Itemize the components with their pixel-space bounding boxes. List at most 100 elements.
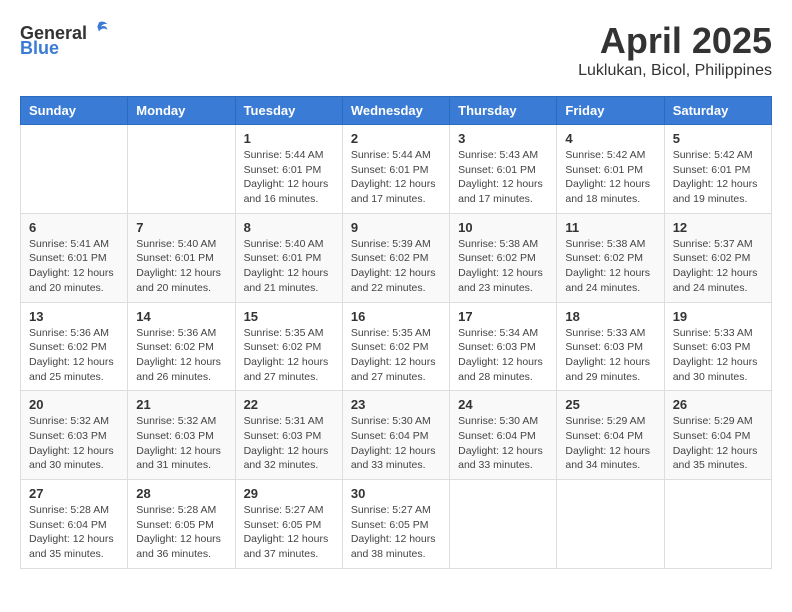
calendar-cell: 26 Sunrise: 5:29 AMSunset: 6:04 PMDayligh…: [664, 391, 771, 480]
calendar-header-saturday: Saturday: [664, 97, 771, 125]
day-number: 12: [673, 220, 763, 235]
cell-content: Sunrise: 5:27 AMSunset: 6:05 PMDaylight:…: [351, 503, 441, 562]
calendar-header-monday: Monday: [128, 97, 235, 125]
cell-content: Sunrise: 5:27 AMSunset: 6:05 PMDaylight:…: [244, 503, 334, 562]
calendar-cell: [21, 125, 128, 214]
cell-content: Sunrise: 5:31 AMSunset: 6:03 PMDaylight:…: [244, 414, 334, 473]
calendar-week-row: 27 Sunrise: 5:28 AMSunset: 6:04 PMDayligh…: [21, 480, 772, 569]
calendar-table: SundayMondayTuesdayWednesdayThursdayFrid…: [20, 96, 772, 569]
calendar-cell: 23Sunrise: 5:30 AMSunset: 6:04 PMDayligh…: [342, 391, 449, 480]
cell-content: Sunrise: 5:36 AMSunset: 6:02 PMDaylight:…: [29, 326, 119, 385]
cell-content: Sunrise: 5:40 AMSunset: 6:01 PMDaylight:…: [136, 237, 226, 296]
cell-content: Sunrise: 5:41 AMSunset: 6:01 PMDaylight:…: [29, 237, 119, 296]
calendar-header-tuesday: Tuesday: [235, 97, 342, 125]
title-area: April 2025 Luklukan, Bicol, Philippines: [578, 20, 772, 80]
page-title: April 2025: [578, 20, 772, 62]
day-number: 17: [458, 309, 548, 324]
calendar-header-wednesday: Wednesday: [342, 97, 449, 125]
calendar-cell: 19Sunrise: 5:33 AMSunset: 6:03 PMDayligh…: [664, 302, 771, 391]
calendar-cell: 13Sunrise: 5:36 AMSunset: 6:02 PMDayligh…: [21, 302, 128, 391]
day-number: 1: [244, 131, 334, 146]
day-number: 19: [673, 309, 763, 324]
cell-content: Sunrise: 5:38 AMSunset: 6:02 PMDaylight:…: [565, 237, 655, 296]
day-number: 18: [565, 309, 655, 324]
day-number: 4: [565, 131, 655, 146]
day-number: 28: [136, 486, 226, 501]
cell-content: Sunrise: 5:32 AMSunset: 6:03 PMDaylight:…: [29, 414, 119, 473]
cell-content: Sunrise: 5:37 AMSunset: 6:02 PMDaylight:…: [673, 237, 763, 296]
calendar-cell: 25Sunrise: 5:29 AMSunset: 6:04 PMDayligh…: [557, 391, 664, 480]
calendar-cell: 24Sunrise: 5:30 AMSunset: 6:04 PMDayligh…: [450, 391, 557, 480]
day-number: 29: [244, 486, 334, 501]
calendar-cell: [450, 480, 557, 569]
calendar-cell: 4 Sunrise: 5:42 AMSunset: 6:01 PMDaylight…: [557, 125, 664, 214]
day-number: 7: [136, 220, 226, 235]
day-number: 22: [244, 397, 334, 412]
cell-content: Sunrise: 5:32 AMSunset: 6:03 PMDaylight:…: [136, 414, 226, 473]
calendar-cell: [664, 480, 771, 569]
cell-content: Sunrise: 5:28 AMSunset: 6:05 PMDaylight:…: [136, 503, 226, 562]
calendar-header-friday: Friday: [557, 97, 664, 125]
calendar-cell: 21 Sunrise: 5:32 AMSunset: 6:03 PMDayligh…: [128, 391, 235, 480]
logo: General Blue: [20, 20, 109, 59]
calendar-cell: 10Sunrise: 5:38 AMSunset: 6:02 PMDayligh…: [450, 213, 557, 302]
calendar-cell: 3 Sunrise: 5:43 AMSunset: 6:01 PMDaylight…: [450, 125, 557, 214]
calendar-cell: 11 Sunrise: 5:38 AMSunset: 6:02 PMDayligh…: [557, 213, 664, 302]
calendar-cell: 8Sunrise: 5:40 AMSunset: 6:01 PMDaylight…: [235, 213, 342, 302]
day-number: 16: [351, 309, 441, 324]
calendar-cell: 2 Sunrise: 5:44 AMSunset: 6:01 PMDaylight…: [342, 125, 449, 214]
cell-content: Sunrise: 5:42 AMSunset: 6:01 PMDaylight:…: [673, 148, 763, 207]
cell-content: Sunrise: 5:36 AMSunset: 6:02 PMDaylight:…: [136, 326, 226, 385]
calendar-cell: 1 Sunrise: 5:44 AMSunset: 6:01 PMDaylight…: [235, 125, 342, 214]
day-number: 3: [458, 131, 548, 146]
day-number: 10: [458, 220, 548, 235]
day-number: 14: [136, 309, 226, 324]
calendar-cell: [128, 125, 235, 214]
calendar-cell: 27 Sunrise: 5:28 AMSunset: 6:04 PMDayligh…: [21, 480, 128, 569]
day-number: 8: [244, 220, 334, 235]
calendar-cell: 16 Sunrise: 5:35 AMSunset: 6:02 PMDayligh…: [342, 302, 449, 391]
calendar-cell: 7 Sunrise: 5:40 AMSunset: 6:01 PMDaylight…: [128, 213, 235, 302]
day-number: 27: [29, 486, 119, 501]
calendar-cell: 9Sunrise: 5:39 AMSunset: 6:02 PMDaylight…: [342, 213, 449, 302]
cell-content: Sunrise: 5:35 AMSunset: 6:02 PMDaylight:…: [244, 326, 334, 385]
day-number: 11: [565, 220, 655, 235]
cell-content: Sunrise: 5:42 AMSunset: 6:01 PMDaylight:…: [565, 148, 655, 207]
calendar-cell: [557, 480, 664, 569]
day-number: 2: [351, 131, 441, 146]
cell-content: Sunrise: 5:39 AMSunset: 6:02 PMDaylight:…: [351, 237, 441, 296]
cell-content: Sunrise: 5:30 AMSunset: 6:04 PMDaylight:…: [458, 414, 548, 473]
calendar-header-thursday: Thursday: [450, 97, 557, 125]
page-subtitle: Luklukan, Bicol, Philippines: [578, 62, 772, 80]
day-number: 5: [673, 131, 763, 146]
cell-content: Sunrise: 5:35 AMSunset: 6:02 PMDaylight:…: [351, 326, 441, 385]
calendar-cell: 22 Sunrise: 5:31 AMSunset: 6:03 PMDayligh…: [235, 391, 342, 480]
calendar-cell: 30 Sunrise: 5:27 AMSunset: 6:05 PMDayligh…: [342, 480, 449, 569]
day-number: 30: [351, 486, 441, 501]
calendar-week-row: 20 Sunrise: 5:32 AMSunset: 6:03 PMDayligh…: [21, 391, 772, 480]
cell-content: Sunrise: 5:28 AMSunset: 6:04 PMDaylight:…: [29, 503, 119, 562]
cell-content: Sunrise: 5:29 AMSunset: 6:04 PMDaylight:…: [673, 414, 763, 473]
page-header: General Blue April 2025 Luklukan, Bicol,…: [20, 20, 772, 80]
calendar-cell: 5 Sunrise: 5:42 AMSunset: 6:01 PMDaylight…: [664, 125, 771, 214]
calendar-cell: 18Sunrise: 5:33 AMSunset: 6:03 PMDayligh…: [557, 302, 664, 391]
cell-content: Sunrise: 5:34 AMSunset: 6:03 PMDaylight:…: [458, 326, 548, 385]
day-number: 21: [136, 397, 226, 412]
day-number: 25: [565, 397, 655, 412]
day-number: 23: [351, 397, 441, 412]
day-number: 26: [673, 397, 763, 412]
cell-content: Sunrise: 5:43 AMSunset: 6:01 PMDaylight:…: [458, 148, 548, 207]
calendar-cell: 28 Sunrise: 5:28 AMSunset: 6:05 PMDayligh…: [128, 480, 235, 569]
calendar-cell: 29 Sunrise: 5:27 AMSunset: 6:05 PMDayligh…: [235, 480, 342, 569]
calendar-cell: 12 Sunrise: 5:37 AMSunset: 6:02 PMDayligh…: [664, 213, 771, 302]
calendar-cell: 15Sunrise: 5:35 AMSunset: 6:02 PMDayligh…: [235, 302, 342, 391]
logo-bird-icon: [89, 20, 109, 40]
day-number: 20: [29, 397, 119, 412]
cell-content: Sunrise: 5:44 AMSunset: 6:01 PMDaylight:…: [244, 148, 334, 207]
calendar-header-row: SundayMondayTuesdayWednesdayThursdayFrid…: [21, 97, 772, 125]
calendar-week-row: 6 Sunrise: 5:41 AMSunset: 6:01 PMDaylight…: [21, 213, 772, 302]
day-number: 6: [29, 220, 119, 235]
logo-blue-text: Blue: [20, 38, 59, 59]
cell-content: Sunrise: 5:44 AMSunset: 6:01 PMDaylight:…: [351, 148, 441, 207]
calendar-header-sunday: Sunday: [21, 97, 128, 125]
